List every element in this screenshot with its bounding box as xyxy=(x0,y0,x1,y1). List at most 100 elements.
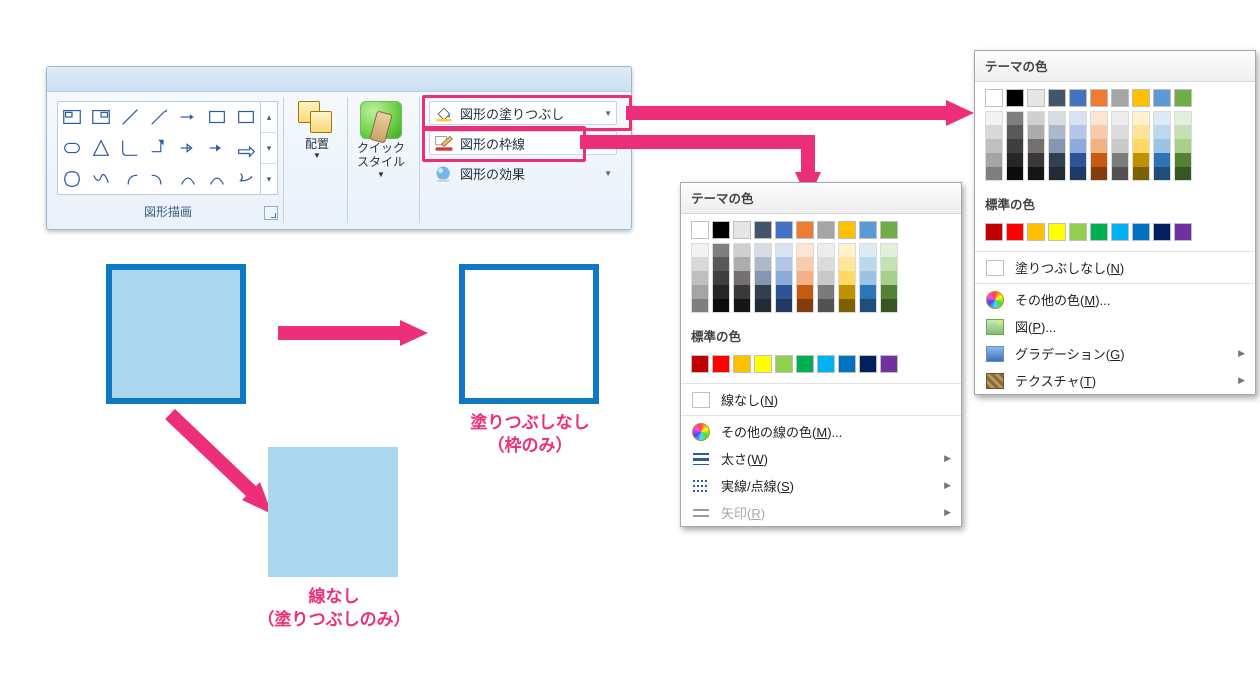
arrange-button[interactable]: 配置 ▼ xyxy=(293,101,341,160)
color-swatch[interactable] xyxy=(796,257,814,271)
color-swatch[interactable] xyxy=(1111,139,1129,153)
color-swatch[interactable] xyxy=(1174,153,1192,167)
shapes-gallery[interactable] xyxy=(57,101,261,195)
color-swatch[interactable] xyxy=(796,285,814,299)
color-swatch[interactable] xyxy=(691,271,709,285)
color-swatch[interactable] xyxy=(1174,223,1192,241)
color-swatch[interactable] xyxy=(1048,89,1066,107)
color-swatch[interactable] xyxy=(1132,139,1150,153)
color-swatch[interactable] xyxy=(796,271,814,285)
color-swatch[interactable] xyxy=(1006,167,1024,181)
no-line-item[interactable]: 線なし(N) xyxy=(681,386,961,413)
color-swatch[interactable] xyxy=(838,257,856,271)
color-swatch[interactable] xyxy=(775,299,793,313)
color-swatch[interactable] xyxy=(880,355,898,373)
color-swatch[interactable] xyxy=(1048,139,1066,153)
color-swatch[interactable] xyxy=(985,167,1003,181)
color-swatch[interactable] xyxy=(691,355,709,373)
color-swatch[interactable] xyxy=(838,299,856,313)
color-swatch[interactable] xyxy=(859,243,877,257)
color-swatch[interactable] xyxy=(1153,167,1171,181)
color-swatch[interactable] xyxy=(1153,125,1171,139)
color-swatch[interactable] xyxy=(1111,89,1129,107)
color-swatch[interactable] xyxy=(985,153,1003,167)
color-swatch[interactable] xyxy=(733,257,751,271)
color-swatch[interactable] xyxy=(691,221,709,239)
color-swatch[interactable] xyxy=(880,299,898,313)
color-swatch[interactable] xyxy=(859,221,877,239)
color-swatch[interactable] xyxy=(1153,111,1171,125)
color-swatch[interactable] xyxy=(1006,111,1024,125)
color-swatch[interactable] xyxy=(691,257,709,271)
color-swatch[interactable] xyxy=(859,257,877,271)
color-swatch[interactable] xyxy=(880,271,898,285)
color-swatch[interactable] xyxy=(1111,125,1129,139)
color-swatch[interactable] xyxy=(712,285,730,299)
color-swatch[interactable] xyxy=(796,355,814,373)
color-swatch[interactable] xyxy=(1006,139,1024,153)
color-swatch[interactable] xyxy=(880,243,898,257)
color-swatch[interactable] xyxy=(817,299,835,313)
color-swatch[interactable] xyxy=(1048,111,1066,125)
color-swatch[interactable] xyxy=(733,299,751,313)
color-swatch[interactable] xyxy=(1153,153,1171,167)
color-swatch[interactable] xyxy=(1174,89,1192,107)
color-swatch[interactable] xyxy=(880,285,898,299)
color-swatch[interactable] xyxy=(1006,125,1024,139)
color-swatch[interactable] xyxy=(775,285,793,299)
color-swatch[interactable] xyxy=(754,221,772,239)
color-swatch[interactable] xyxy=(712,299,730,313)
color-swatch[interactable] xyxy=(691,285,709,299)
color-swatch[interactable] xyxy=(1069,167,1087,181)
color-swatch[interactable] xyxy=(1090,167,1108,181)
color-swatch[interactable] xyxy=(1132,89,1150,107)
color-swatch[interactable] xyxy=(817,355,835,373)
gradient-fill-item[interactable]: グラデーション(G) ▶ xyxy=(975,340,1255,367)
picture-fill-item[interactable]: 図(P)... xyxy=(975,313,1255,340)
color-swatch[interactable] xyxy=(1069,153,1087,167)
texture-fill-item[interactable]: テクスチャ(T) ▶ xyxy=(975,367,1255,394)
color-swatch[interactable] xyxy=(985,89,1003,107)
color-swatch[interactable] xyxy=(1027,125,1045,139)
color-swatch[interactable] xyxy=(1090,223,1108,241)
color-swatch[interactable] xyxy=(1027,111,1045,125)
color-swatch[interactable] xyxy=(712,257,730,271)
color-swatch[interactable] xyxy=(859,271,877,285)
color-swatch[interactable] xyxy=(1174,167,1192,181)
color-swatch[interactable] xyxy=(1090,125,1108,139)
color-swatch[interactable] xyxy=(1111,111,1129,125)
color-swatch[interactable] xyxy=(817,221,835,239)
color-swatch[interactable] xyxy=(733,243,751,257)
color-swatch[interactable] xyxy=(859,285,877,299)
color-swatch[interactable] xyxy=(985,139,1003,153)
color-swatch[interactable] xyxy=(1174,125,1192,139)
color-swatch[interactable] xyxy=(1090,111,1108,125)
color-swatch[interactable] xyxy=(775,355,793,373)
color-swatch[interactable] xyxy=(712,243,730,257)
color-swatch[interactable] xyxy=(880,221,898,239)
color-swatch[interactable] xyxy=(1069,223,1087,241)
color-swatch[interactable] xyxy=(1048,223,1066,241)
color-swatch[interactable] xyxy=(1048,167,1066,181)
color-swatch[interactable] xyxy=(796,299,814,313)
shapes-gallery-scroll[interactable]: ▴▾▾ xyxy=(261,101,278,195)
color-swatch[interactable] xyxy=(1027,153,1045,167)
color-swatch[interactable] xyxy=(775,221,793,239)
color-swatch[interactable] xyxy=(1048,125,1066,139)
color-swatch[interactable] xyxy=(880,257,898,271)
color-swatch[interactable] xyxy=(985,125,1003,139)
color-swatch[interactable] xyxy=(1174,111,1192,125)
color-swatch[interactable] xyxy=(1132,167,1150,181)
color-swatch[interactable] xyxy=(1111,167,1129,181)
color-swatch[interactable] xyxy=(1006,89,1024,107)
color-swatch[interactable] xyxy=(712,221,730,239)
color-swatch[interactable] xyxy=(1069,139,1087,153)
color-swatch[interactable] xyxy=(1111,153,1129,167)
color-swatch[interactable] xyxy=(838,355,856,373)
color-swatch[interactable] xyxy=(1069,125,1087,139)
more-line-colors-item[interactable]: その他の線の色(M)... xyxy=(681,418,961,445)
color-swatch[interactable] xyxy=(1111,223,1129,241)
line-weight-item[interactable]: 太さ(W) ▶ xyxy=(681,445,961,472)
color-swatch[interactable] xyxy=(1132,223,1150,241)
color-swatch[interactable] xyxy=(1090,153,1108,167)
